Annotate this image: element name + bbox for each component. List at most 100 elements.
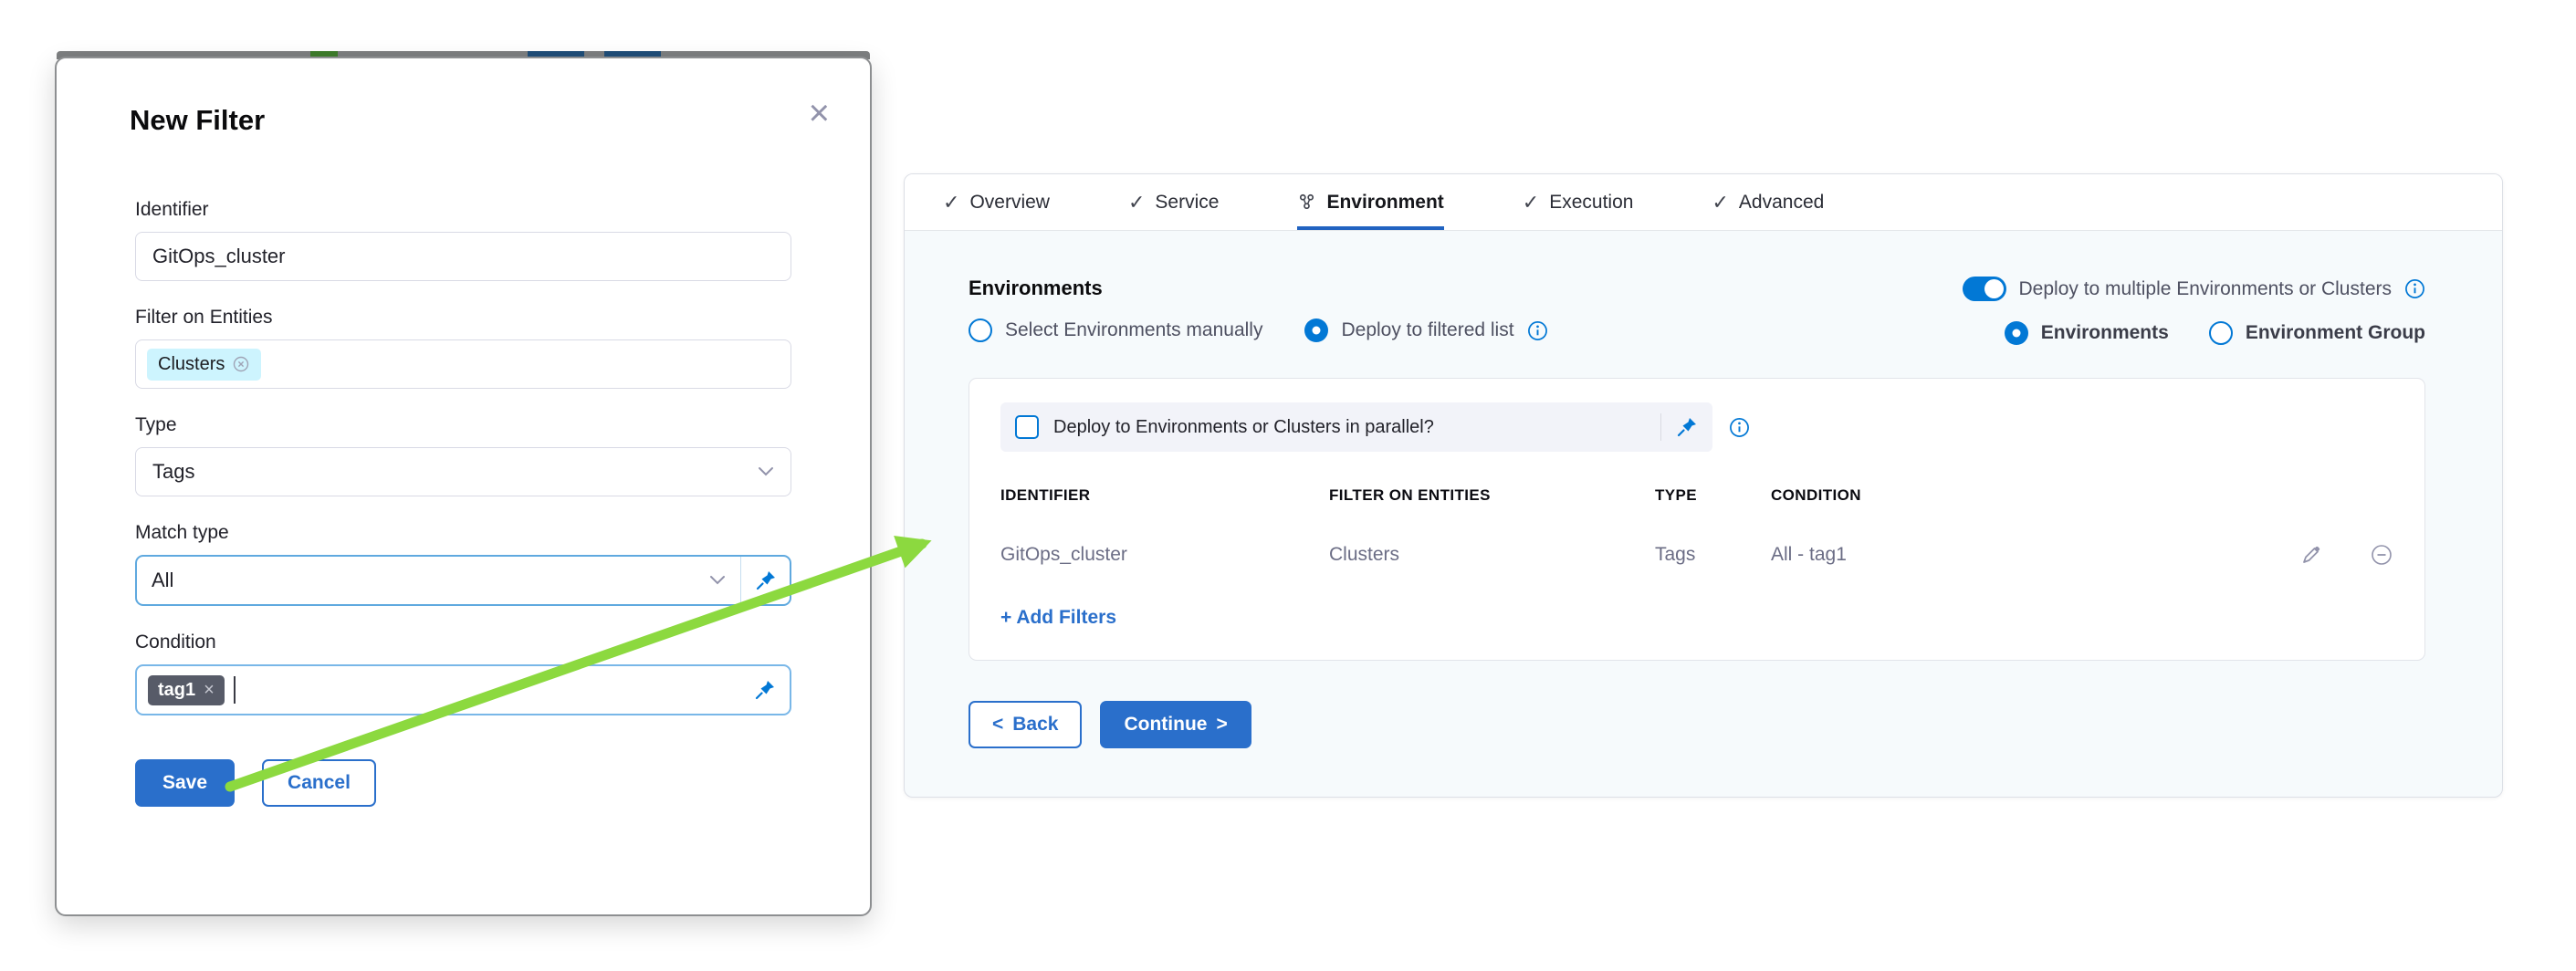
- tab-label: Execution: [1549, 192, 1633, 214]
- table-header-row: IDENTIFIER FILTER ON ENTITIES TYPE CONDI…: [1000, 486, 2393, 505]
- tab-overview[interactable]: ✓ Overview: [943, 174, 1050, 230]
- match-type-value: All: [152, 569, 173, 592]
- condition-label: Condition: [135, 632, 791, 653]
- step-navigation: < Back Continue >: [969, 701, 2425, 748]
- filters-table: IDENTIFIER FILTER ON ENTITIES TYPE CONDI…: [1000, 486, 2393, 567]
- check-icon: ✓: [1128, 191, 1145, 214]
- type-group: Type Tags: [135, 414, 791, 496]
- entity-tag-label: Clusters: [158, 354, 225, 375]
- back-button[interactable]: < Back: [969, 701, 1082, 748]
- radio-icon[interactable]: [2209, 321, 2233, 345]
- divider: [1660, 413, 1661, 441]
- tab-environment[interactable]: Environment: [1297, 174, 1443, 230]
- info-icon[interactable]: [1527, 320, 1548, 341]
- entity-tag[interactable]: Clusters: [147, 349, 261, 381]
- toggle-label: Deploy to multiple Environments or Clust…: [2019, 278, 2393, 300]
- condition-tag-label: tag1: [158, 680, 195, 701]
- condition-tag[interactable]: tag1 ×: [148, 675, 225, 705]
- cell-entities: Clusters: [1329, 544, 1655, 566]
- chevron-left-icon: <: [992, 714, 1003, 736]
- chevron-down-icon: [758, 466, 774, 477]
- match-type-select[interactable]: All: [135, 555, 791, 606]
- environment-step-panel: ✓ Overview ✓ Service Environment ✓ Execu…: [904, 173, 2503, 798]
- multi-env-toggle[interactable]: [1963, 277, 2006, 301]
- info-icon[interactable]: [1729, 417, 1750, 438]
- radio-deploy-filtered[interactable]: Deploy to filtered list: [1304, 318, 1547, 342]
- environments-right: Deploy to multiple Environments or Clust…: [1963, 277, 2426, 345]
- tab-label: Service: [1155, 192, 1219, 214]
- type-select[interactable]: Tags: [135, 447, 791, 496]
- table-row[interactable]: GitOps_cluster Clusters Tags All - tag1: [1000, 543, 2393, 567]
- identifier-group: Identifier GitOps_cluster: [135, 199, 791, 281]
- col-header-type: TYPE: [1655, 486, 1771, 505]
- pin-icon[interactable]: [1676, 416, 1698, 438]
- add-filters-link[interactable]: + Add Filters: [1000, 607, 1116, 629]
- filter-on-entities-input[interactable]: Clusters: [135, 339, 791, 389]
- modal-actions: Save Cancel: [135, 759, 791, 807]
- edit-icon[interactable]: [2300, 544, 2322, 566]
- filter-on-entities-group: Filter on Entities Clusters: [135, 307, 791, 389]
- save-button[interactable]: Save: [135, 759, 235, 807]
- tab-advanced[interactable]: ✓ Advanced: [1712, 174, 1824, 230]
- continue-label: Continue: [1124, 714, 1207, 736]
- filters-card: Deploy to Environments or Clusters in pa…: [969, 378, 2425, 661]
- back-label: Back: [1012, 714, 1058, 736]
- environment-content: Environments Select Environments manuall…: [905, 231, 2502, 748]
- col-header-condition: CONDITION: [1771, 486, 2257, 505]
- cell-condition: All - tag1: [1771, 544, 2257, 566]
- cancel-button[interactable]: Cancel: [262, 759, 376, 807]
- info-icon[interactable]: [2404, 278, 2425, 299]
- cell-identifier: GitOps_cluster: [1000, 544, 1329, 566]
- type-value: Tags: [152, 460, 194, 484]
- parallel-checkbox[interactable]: [1015, 415, 1039, 439]
- radio-label: Select Environments manually: [1005, 319, 1262, 341]
- check-icon: ✓: [1712, 191, 1728, 214]
- tab-service[interactable]: ✓ Service: [1128, 174, 1219, 230]
- cell-type: Tags: [1655, 544, 1771, 566]
- new-filter-modal: × New Filter Identifier GitOps_cluster F…: [55, 57, 872, 916]
- condition-group: Condition tag1 ×: [135, 632, 791, 715]
- radio-label: Environments: [2041, 322, 2169, 344]
- col-header-identifier: IDENTIFIER: [1000, 486, 1329, 505]
- radio-environment-group[interactable]: Environment Group: [2209, 321, 2425, 345]
- identifier-label: Identifier: [135, 199, 791, 221]
- type-label: Type: [135, 414, 791, 436]
- tab-label: Environment: [1326, 192, 1443, 214]
- radio-icon-selected[interactable]: [2005, 321, 2028, 345]
- filter-on-entities-label: Filter on Entities: [135, 307, 791, 329]
- condition-input[interactable]: tag1 ×: [135, 664, 791, 715]
- pipeline-tabbar: ✓ Overview ✓ Service Environment ✓ Execu…: [905, 174, 2502, 231]
- col-header-entities: FILTER ON ENTITIES: [1329, 486, 1655, 505]
- close-icon[interactable]: ×: [809, 95, 830, 131]
- remove-tag-icon[interactable]: [232, 355, 250, 373]
- radio-label: Deploy to filtered list: [1341, 319, 1513, 341]
- chevron-down-icon: [709, 575, 726, 586]
- pin-icon[interactable]: [740, 557, 790, 604]
- check-icon: ✓: [1523, 191, 1539, 214]
- remove-row-icon[interactable]: [2370, 543, 2393, 567]
- check-icon: ✓: [943, 191, 959, 214]
- identifier-input[interactable]: GitOps_cluster: [135, 232, 791, 281]
- identifier-value: GitOps_cluster: [152, 245, 286, 268]
- parallel-label: Deploy to Environments or Clusters in pa…: [1053, 417, 1646, 438]
- parallel-option-bar: Deploy to Environments or Clusters in pa…: [1000, 402, 1712, 452]
- tab-execution[interactable]: ✓ Execution: [1523, 174, 1634, 230]
- environments-heading: Environments: [969, 277, 1548, 300]
- radio-icon-selected[interactable]: [1304, 318, 1328, 342]
- match-type-label: Match type: [135, 522, 791, 544]
- chevron-right-icon: >: [1216, 714, 1227, 736]
- text-cursor: [234, 676, 236, 704]
- radio-select-manually[interactable]: Select Environments manually: [969, 318, 1262, 342]
- screenshot-stage: × New Filter Identifier GitOps_cluster F…: [0, 0, 2576, 971]
- radio-label: Environment Group: [2246, 322, 2425, 344]
- modal-title: New Filter: [130, 104, 791, 137]
- tab-label: Overview: [969, 192, 1050, 214]
- environment-tab-icon: [1297, 193, 1316, 212]
- radio-environments[interactable]: Environments: [2005, 321, 2169, 345]
- tab-label: Advanced: [1739, 192, 1824, 214]
- radio-icon[interactable]: [969, 318, 992, 342]
- pin-icon[interactable]: [740, 666, 790, 714]
- continue-button[interactable]: Continue >: [1100, 701, 1251, 748]
- environments-left: Environments Select Environments manuall…: [969, 277, 1548, 342]
- remove-tag-icon[interactable]: ×: [204, 680, 215, 701]
